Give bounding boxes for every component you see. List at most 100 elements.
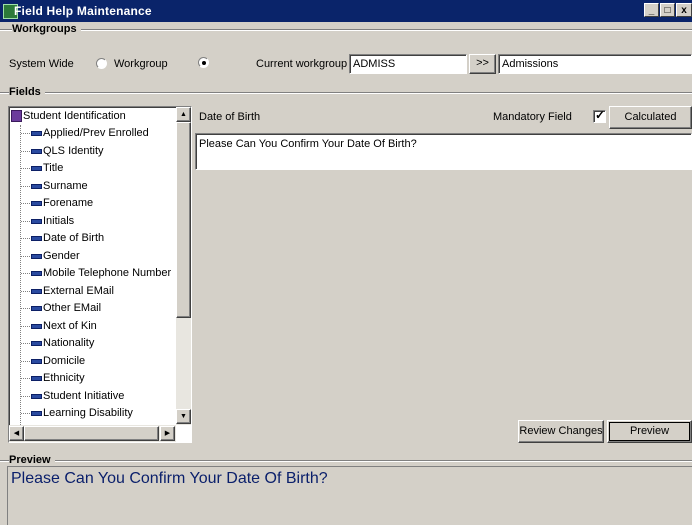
fields-divider bbox=[0, 92, 692, 94]
window-title: Field Help Maintenance bbox=[14, 4, 152, 18]
tree-vertical-scrollbar[interactable]: ▲ ▼ bbox=[176, 107, 191, 425]
scroll-right-arrow-icon[interactable]: ▶ bbox=[160, 426, 175, 441]
help-text-field[interactable]: Please Can You Confirm Your Date Of Birt… bbox=[195, 133, 692, 170]
tree-item-label: Mobile Telephone Number bbox=[43, 267, 172, 279]
preview-button[interactable]: Preview bbox=[607, 420, 692, 443]
tree-horizontal-scrollbar[interactable]: ◀ ▶ bbox=[9, 425, 176, 442]
tree-item[interactable]: Next of Kin bbox=[9, 318, 175, 335]
field-icon bbox=[31, 358, 42, 364]
workgroups-divider bbox=[0, 29, 692, 31]
tree-item[interactable]: Title bbox=[9, 160, 175, 177]
tree-root[interactable]: Student Identification bbox=[9, 108, 175, 125]
preview-divider bbox=[0, 460, 692, 462]
tree-connector bbox=[21, 220, 30, 222]
tree-item-label: Title bbox=[43, 162, 64, 174]
tree-item[interactable]: QLS Identity bbox=[9, 143, 175, 160]
calculated-value-button[interactable]: Calculated Value bbox=[609, 106, 692, 144]
scroll-left-arrow-icon[interactable]: ◀ bbox=[9, 426, 24, 441]
preview-heading: Preview bbox=[9, 454, 55, 466]
tree-item-label: QLS Identity bbox=[43, 144, 104, 157]
tree-item-label: Nationality bbox=[43, 337, 95, 349]
field-icon bbox=[31, 271, 42, 276]
tree-connector bbox=[21, 308, 30, 309]
tree-item[interactable]: Forename bbox=[9, 195, 175, 212]
tree-item[interactable]: External EMail bbox=[9, 283, 175, 300]
tree-item-label: Date of Birth bbox=[43, 232, 105, 244]
mandatory-checkbox[interactable]: ✓ bbox=[593, 108, 606, 123]
selected-field-label: Date of Birth bbox=[199, 111, 261, 123]
tree-item-label: Forename bbox=[43, 197, 94, 209]
system-wide-label: System Wide bbox=[9, 58, 74, 70]
tree-item[interactable]: Gender bbox=[9, 248, 175, 265]
tree-connector bbox=[21, 360, 30, 362]
minimize-button[interactable]: _ bbox=[644, 3, 659, 17]
field-icon bbox=[31, 376, 42, 381]
field-icon bbox=[31, 131, 42, 136]
tree-connector bbox=[21, 290, 30, 292]
tree-item-label: Initials bbox=[43, 214, 75, 227]
checkmark-icon: ✓ bbox=[595, 108, 606, 122]
field-icon bbox=[31, 253, 42, 259]
field-icon bbox=[31, 341, 42, 346]
workgroups-heading: Workgroups bbox=[12, 23, 81, 35]
tree-item[interactable]: Ethnicity bbox=[9, 370, 175, 387]
tree-item-label: Other EMail bbox=[43, 302, 102, 314]
tree-scroll-thumb[interactable] bbox=[176, 122, 191, 318]
preview-text: Please Can You Confirm Your Date Of Birt… bbox=[11, 470, 328, 487]
tree-connector bbox=[21, 203, 30, 204]
field-icon bbox=[31, 323, 42, 329]
tree-item-label: Applied/Prev Enrolled bbox=[43, 127, 149, 139]
tree-connector bbox=[21, 238, 30, 239]
current-workgroup-radio[interactable] bbox=[198, 57, 209, 68]
workgroup-label: Workgroup bbox=[114, 58, 168, 70]
tree-item[interactable]: Domicile bbox=[9, 353, 175, 370]
tree-item[interactable]: Mobile Telephone Number bbox=[9, 265, 175, 282]
field-icon bbox=[31, 183, 42, 189]
review-changes-button[interactable]: Review Changes bbox=[518, 420, 604, 443]
fields-heading: Fields bbox=[9, 86, 45, 98]
tree-item-label: Learning Disability bbox=[43, 407, 133, 419]
tree-connector bbox=[21, 133, 30, 134]
tree-item[interactable]: Date of Birth bbox=[9, 230, 175, 247]
tree-item[interactable]: Initials bbox=[9, 213, 175, 230]
workgroup-radio[interactable] bbox=[96, 58, 107, 69]
scroll-up-arrow-icon[interactable]: ▲ bbox=[176, 107, 191, 122]
tree-connector bbox=[21, 325, 30, 327]
field-icon bbox=[31, 201, 42, 206]
mandatory-field-label: Mandatory Field bbox=[493, 111, 572, 123]
field-tree[interactable]: Student Identification Applied/Prev Enro… bbox=[9, 107, 191, 442]
tree-item[interactable]: Other EMail bbox=[9, 300, 175, 317]
tree-item-label: Next of Kin bbox=[43, 319, 97, 332]
current-workgroup-label: Current workgroup bbox=[256, 58, 348, 70]
field-icon bbox=[31, 411, 42, 416]
tree-item[interactable]: Learning Disability bbox=[9, 405, 175, 422]
tree-connector bbox=[21, 255, 30, 257]
tree-item-label: Student Initiative bbox=[43, 389, 125, 402]
preview-panel: Please Can You Confirm Your Date Of Birt… bbox=[7, 466, 692, 525]
tree-connector bbox=[21, 395, 30, 397]
tree-connector bbox=[21, 150, 30, 152]
tree-item[interactable]: Nationality bbox=[9, 335, 175, 352]
workgroup-name-field[interactable]: Admissions bbox=[498, 54, 692, 74]
select-workgroup-button[interactable]: >> bbox=[469, 54, 496, 74]
tree-hscroll-thumb[interactable] bbox=[24, 426, 159, 441]
group-icon bbox=[11, 110, 22, 122]
field-icon bbox=[31, 166, 42, 171]
field-icon bbox=[31, 148, 42, 154]
tree-connector bbox=[21, 168, 30, 169]
tree-item-label: Gender bbox=[43, 249, 80, 262]
tree-connector bbox=[21, 273, 30, 274]
scroll-down-arrow-icon[interactable]: ▼ bbox=[176, 409, 191, 424]
workgroup-code-value: ADMISS bbox=[353, 58, 396, 70]
maximize-button[interactable]: □ bbox=[660, 3, 675, 17]
field-icon bbox=[31, 306, 42, 311]
tree-connector bbox=[21, 185, 30, 187]
tree-item[interactable]: Applied/Prev Enrolled bbox=[9, 125, 175, 142]
tree-item[interactable]: Surname bbox=[9, 178, 175, 195]
workgroup-code-field[interactable]: ADMISS bbox=[349, 54, 467, 74]
field-icon bbox=[31, 288, 42, 294]
tree-item[interactable]: Student Initiative bbox=[9, 388, 175, 405]
tree-connector bbox=[21, 378, 30, 379]
close-button[interactable]: x bbox=[676, 3, 692, 17]
tree-connector bbox=[21, 343, 30, 344]
